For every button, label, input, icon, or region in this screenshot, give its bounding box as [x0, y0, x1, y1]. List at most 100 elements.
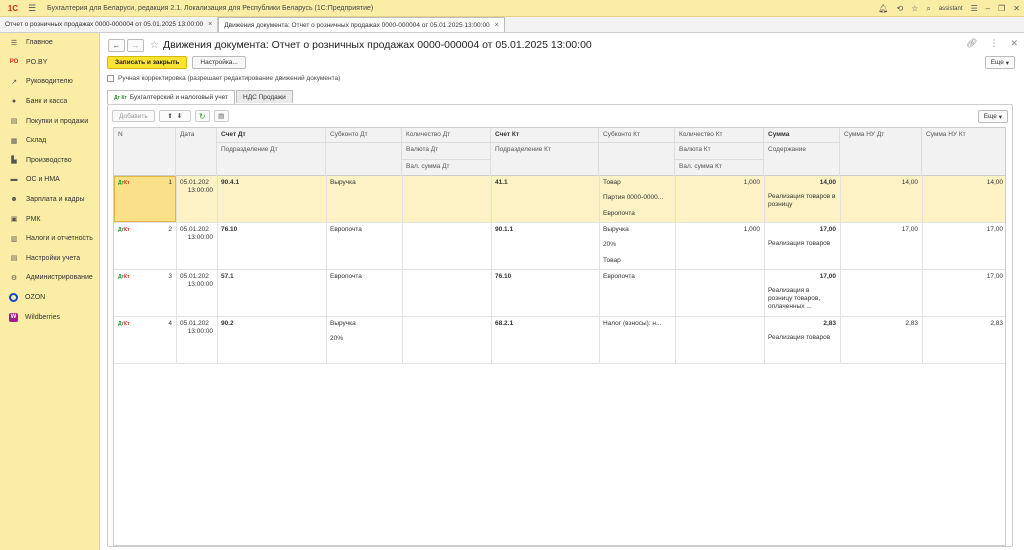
sidebar-item-production[interactable]: ▙ Производство	[0, 151, 99, 171]
col-dept-kt[interactable]: Подразделение Кт	[491, 142, 599, 176]
forward-button[interactable]: →	[127, 38, 144, 52]
bell-icon[interactable]: 🔔︎	[878, 4, 888, 13]
row-account-kt: 41.1	[495, 179, 508, 186]
sidebar-item-poby[interactable]: РО PO.BY	[0, 53, 99, 73]
row-qty-kt: 1,000	[743, 179, 760, 186]
col-content[interactable]: Содержание	[764, 142, 840, 176]
close-form-icon[interactable]: ✕	[1010, 38, 1018, 49]
user-name[interactable]: assistant	[939, 6, 963, 12]
sidebar-item-accounting-settings[interactable]: ▤ Настройки учета	[0, 249, 99, 269]
grid-line	[840, 176, 841, 364]
link-icon[interactable]: 🔗︎	[966, 38, 977, 49]
sidebar-item-wildberries[interactable]: W Wildberries	[0, 307, 99, 327]
page-title: Движения документа: Отчет о розничных пр…	[162, 39, 592, 51]
doc-tab-movements[interactable]: Движения документа: Отчет о розничных пр…	[218, 17, 505, 32]
checkbox-box[interactable]	[107, 75, 114, 82]
arrow-up-icon: ⬆	[167, 113, 173, 120]
sidebar-item-rmk[interactable]: ▣ РМК	[0, 209, 99, 229]
row-sum: 14,00	[819, 179, 836, 186]
sidebar-item-warehouse[interactable]: ▦ Склад	[0, 131, 99, 151]
people-icon: ☻	[10, 196, 18, 204]
row-sum: 2,83	[823, 320, 836, 327]
movements-panel: Добавить ⬆ ⬇ ↻ ▤ Еще ▾ N Дата Счет Дт Под…	[107, 104, 1013, 547]
row-number: 2	[168, 226, 172, 233]
more-vertical-icon[interactable]: ⋮	[989, 38, 998, 49]
export-button[interactable]: ▤	[213, 110, 229, 122]
tab-accounting[interactable]: Дт Кт Бухгалтерский и налоговый учет	[107, 90, 235, 104]
grid-line	[922, 176, 923, 364]
row-sum-nu-kt: 2,83	[990, 320, 1003, 327]
sidebar-item-ozon[interactable]: OZON	[0, 288, 99, 308]
row-number: 3	[168, 273, 172, 280]
col-sum-nu-kt[interactable]: Сумма НУ Кт	[922, 128, 1005, 176]
row-sum-nu-dt: 14,00	[901, 179, 918, 186]
sidebar-item-manager[interactable]: ↗ Руководителю	[0, 72, 99, 92]
table-row[interactable]: ДтКт 4 05.01.202 13:00:00 90.2 Выручка 2…	[114, 317, 1005, 364]
row-content: Реализация товаров в розницу	[768, 193, 836, 208]
sidebar-item-admin[interactable]: ⚙ Администрирование	[0, 268, 99, 288]
col-subconto-kt-2	[599, 142, 675, 176]
row-account-dt: 90.2	[221, 320, 234, 327]
add-button[interactable]: Добавить	[112, 110, 155, 122]
sidebar-item-salary[interactable]: ☻ Зарплата и кадры	[0, 190, 99, 210]
row-subconto-kt-1: Товар	[603, 179, 621, 186]
col-currency-kt[interactable]: Валюта Кт	[675, 142, 764, 159]
table-row[interactable]: ДтКт 1 05.01.202 13:00:00 90.4.1 Выручка…	[114, 176, 1005, 223]
col-dept-dt[interactable]: Подразделение Дт	[217, 142, 326, 176]
tab-vat-sales[interactable]: НДС Продажи	[236, 90, 293, 103]
col-currency-dt[interactable]: Валюта Дт	[402, 142, 491, 159]
factory-icon: ▙	[11, 157, 17, 165]
movements-table[interactable]: N Дата Счет Дт Подразделение Дт Субконто…	[113, 127, 1006, 546]
search-icon[interactable]: ⌕	[926, 4, 930, 14]
poby-icon: РО	[9, 59, 19, 66]
close-tab-icon[interactable]: ×	[208, 21, 212, 28]
title-bar: 1С ☰ Бухгалтерия для Беларуси, редакция …	[0, 0, 1024, 17]
register-icon: ▣	[10, 216, 18, 224]
sidebar-item-purchases[interactable]: ▤ Покупки и продажи	[0, 111, 99, 131]
grid-line	[326, 176, 327, 364]
back-button[interactable]: ←	[108, 38, 125, 52]
table-more-button[interactable]: Еще ▾	[977, 110, 1008, 123]
restore-icon[interactable]: ❐	[998, 4, 1005, 13]
row-subconto-dt-2: 20%	[330, 335, 344, 342]
export-icon: ▤	[218, 113, 225, 120]
sidebar-item-bank[interactable]: ● Банк и касса	[0, 92, 99, 112]
sidebar-item-main[interactable]: ☰ Главное	[0, 33, 99, 53]
open-documents-tabs: Отчет о розничных продажах 0000-000004 о…	[0, 17, 1024, 33]
row-sum-nu-dt: 2,83	[905, 320, 918, 327]
row-subconto-kt-1: Налог (взносы): н...	[603, 320, 662, 327]
row-content: Реализация товаров	[768, 240, 831, 247]
dt-kt-icon: ДтКт	[118, 227, 130, 233]
form-more-button[interactable]: Еще ▾	[984, 56, 1015, 69]
settings-menu-icon[interactable]: ☰	[971, 4, 978, 13]
close-tab-icon[interactable]: ×	[495, 22, 499, 29]
row-subconto-dt-1: Европочта	[330, 226, 362, 233]
col-cur-sum-kt[interactable]: Вал. сумма Кт	[675, 159, 764, 176]
favorite-star-icon[interactable]: ☆	[150, 40, 159, 51]
sidebar-item-taxes[interactable]: ▥ Налоги и отчетность	[0, 229, 99, 249]
manual-correction-checkbox[interactable]: Ручная корректировка (разрешает редактир…	[107, 75, 340, 82]
move-up-down-buttons[interactable]: ⬆ ⬇	[158, 110, 191, 122]
grid-line	[176, 176, 177, 364]
favorite-icon[interactable]: ☆	[911, 4, 918, 13]
table-row[interactable]: ДтКт 3 05.01.202 13:00:00 57.1 Европочта…	[114, 270, 1005, 317]
col-sum-nu-dt[interactable]: Сумма НУ Дт	[840, 128, 922, 176]
row-subconto-kt-1: Европочта	[603, 273, 635, 280]
refresh-button[interactable]: ↻	[194, 110, 210, 122]
col-n[interactable]: N	[114, 128, 176, 176]
row-account-kt: 76.10	[495, 273, 512, 280]
main-menu-icon[interactable]: ☰	[25, 3, 39, 14]
col-cur-sum-dt[interactable]: Вал. сумма Дт	[402, 159, 491, 176]
settings-button[interactable]: Настройка...	[192, 56, 246, 69]
save-and-close-button[interactable]: Записать и закрыть	[107, 56, 188, 69]
row-time: 13:00:00	[187, 234, 213, 241]
grid-line	[217, 176, 218, 364]
col-date[interactable]: Дата	[176, 128, 217, 176]
doc-tab-report[interactable]: Отчет о розничных продажах 0000-000004 о…	[0, 17, 219, 32]
row-account-dt: 76.10	[221, 226, 238, 233]
history-icon[interactable]: ⟲	[896, 4, 903, 13]
minimize-icon[interactable]: –	[986, 4, 990, 13]
close-icon[interactable]: ✕	[1013, 4, 1020, 13]
table-row[interactable]: ДтКт 2 05.01.202 13:00:00 76.10 Европочт…	[114, 223, 1005, 270]
sidebar-item-assets[interactable]: ▬ ОС и НМА	[0, 170, 99, 190]
